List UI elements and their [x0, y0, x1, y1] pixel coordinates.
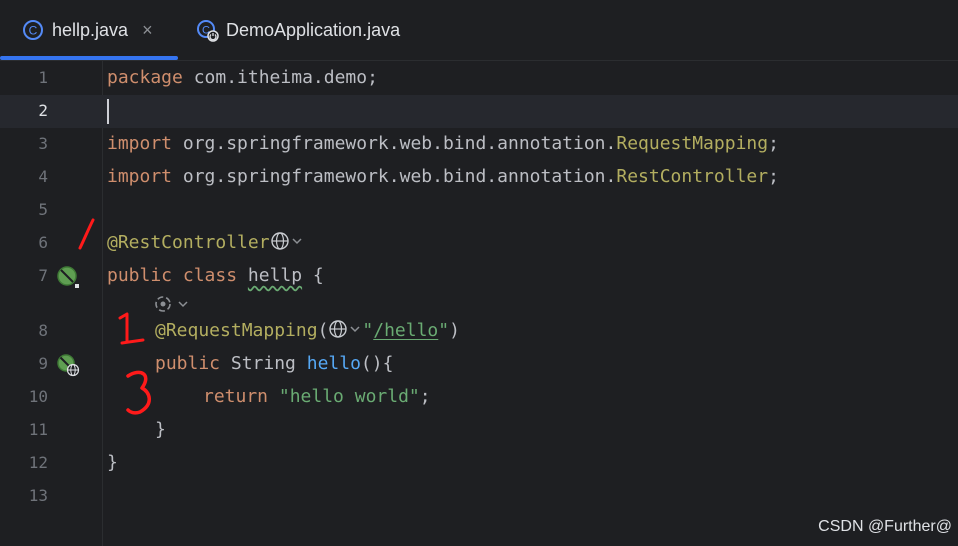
brace: {: [302, 265, 324, 286]
keyword: import: [107, 133, 173, 154]
inlay-hint-row: [0, 291, 958, 317]
tab-label: DemoApplication.java: [226, 19, 401, 40]
annotation: @RequestMapping: [155, 320, 318, 341]
line-number: 13: [28, 486, 48, 505]
code-line: 9 public String hello(){: [0, 348, 958, 381]
watermark: CSDN @Further@: [818, 518, 952, 535]
line-number: 9: [38, 354, 48, 373]
string-literal: "hello world": [268, 386, 420, 407]
paren-brace: (){: [360, 353, 394, 374]
import-class: RequestMapping: [616, 133, 769, 154]
import-package: org.springframework.web.bind.annotation.: [172, 166, 617, 187]
line-number: 12: [28, 453, 48, 472]
code-line: 7 public class hellp {: [0, 260, 958, 293]
package-name: com.itheima.demo;: [182, 67, 378, 88]
spring-boot-class-icon: C: [196, 19, 219, 42]
method-name: hello: [306, 353, 361, 374]
java-class-icon: C: [22, 19, 44, 41]
line-number: 3: [38, 134, 48, 153]
code-line: 1 package com.itheima.demo;: [0, 62, 958, 95]
line-number: 7: [38, 266, 48, 285]
tab-demo-application-java[interactable]: C DemoApplication.java: [196, 0, 400, 60]
import-class: RestController: [616, 166, 769, 187]
semicolon: ;: [419, 386, 431, 407]
svg-text:C: C: [29, 24, 38, 38]
code-line: 10 return "hello world";: [0, 381, 958, 414]
code-line-current: 2: [0, 95, 958, 128]
editor-tab-bar: C hellp.java × C DemoApplication.java: [0, 0, 958, 61]
code-line: 13: [0, 480, 958, 513]
paren: ): [449, 320, 460, 341]
code-line: 12 }: [0, 447, 958, 480]
code-line: 3 import org.springframework.web.bind.an…: [0, 128, 958, 161]
code-line: 11 }: [0, 414, 958, 447]
line-number: 6: [38, 233, 48, 252]
keyword: public: [155, 353, 221, 374]
line-number: 11: [28, 420, 48, 439]
code-line: 5: [0, 194, 958, 227]
import-package: org.springframework.web.bind.annotation.: [172, 133, 617, 154]
annotation: @RestController: [107, 232, 270, 253]
code-editor[interactable]: 1 package com.itheima.demo; 2 3 import o…: [0, 61, 958, 546]
semicolon: ;: [768, 133, 779, 154]
class-name: hellp: [247, 265, 303, 286]
line-number: 5: [38, 200, 48, 219]
line-number: 8: [38, 321, 48, 340]
keyword: import: [107, 166, 173, 187]
line-number: 2: [38, 101, 48, 120]
keyword: public class: [107, 265, 238, 286]
close-tab-icon[interactable]: ×: [142, 20, 153, 41]
tab-hellp-java[interactable]: C hellp.java ×: [0, 0, 178, 60]
keyword: return: [203, 386, 269, 407]
keyword: package: [107, 67, 183, 88]
semicolon: ;: [768, 166, 779, 187]
code-line: 8 @RequestMapping( "/hello"): [0, 315, 958, 348]
spring-bean-gutter-icon[interactable]: [56, 265, 80, 289]
code-line: 6 @RestController: [0, 227, 958, 260]
paren: (: [317, 320, 329, 341]
closing-brace: }: [155, 419, 166, 440]
url-path[interactable]: /hello: [373, 320, 438, 341]
line-number: 4: [38, 167, 48, 186]
line-number: 1: [38, 68, 48, 87]
return-type: String: [220, 353, 307, 374]
line-number: 10: [28, 387, 48, 406]
closing-brace: }: [107, 452, 118, 473]
text-caret: [107, 99, 109, 124]
tab-label: hellp.java: [52, 19, 129, 40]
string-quote: ": [438, 320, 450, 341]
web-endpoint-globe-icon[interactable]: [270, 231, 304, 258]
web-endpoint-globe-icon[interactable]: [328, 319, 362, 346]
code-line: 4 import org.springframework.web.bind.an…: [0, 161, 958, 194]
endpoint-gutter-icon[interactable]: [56, 353, 80, 377]
string-quote: ": [362, 320, 374, 341]
